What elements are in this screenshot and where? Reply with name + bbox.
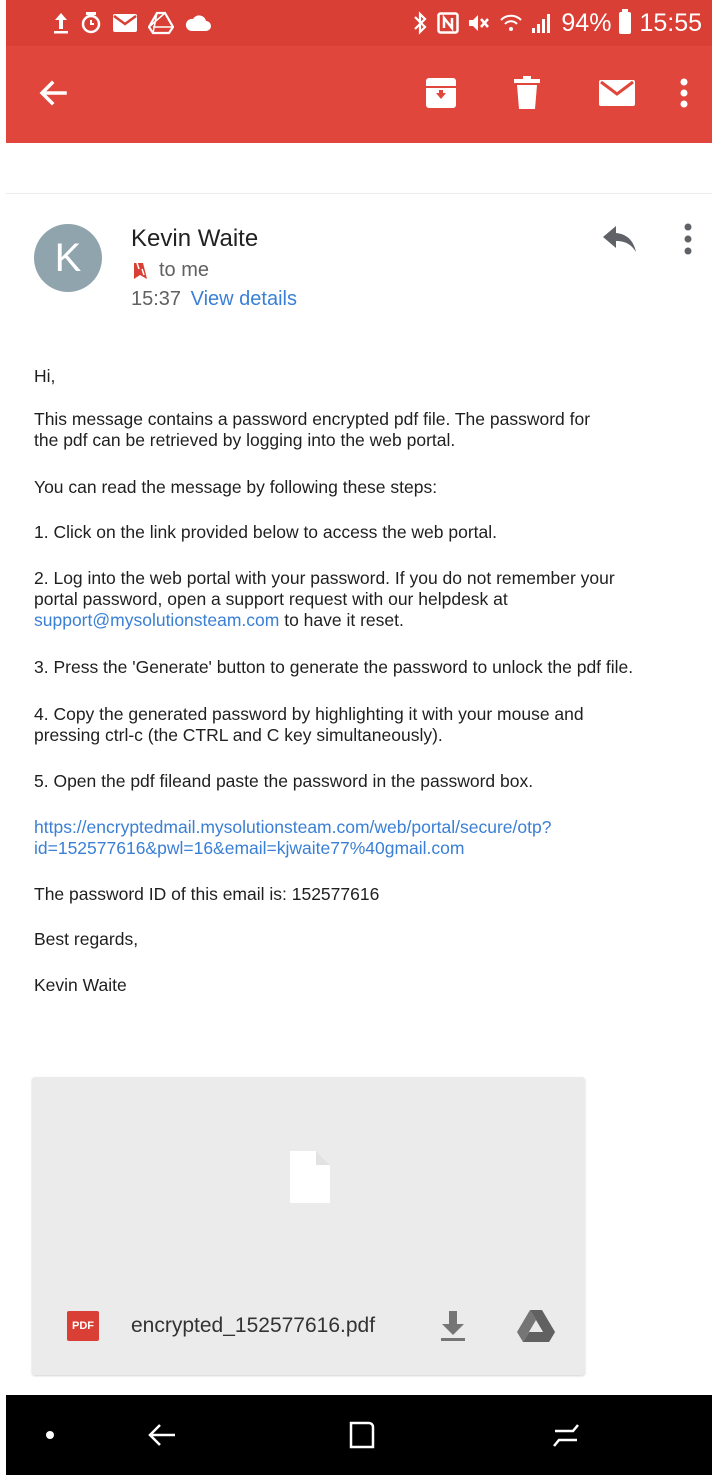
important-tag-icon: [134, 262, 147, 279]
gmail-icon: [113, 14, 137, 32]
arrow-left-icon: [39, 80, 67, 106]
switch-icon: [553, 1424, 579, 1447]
intro-paragraph: This message contains a password encrypt…: [34, 409, 694, 451]
step-2-line-3: support@mysolutionsteam.com to have it r…: [34, 610, 694, 631]
back-icon: [148, 1424, 175, 1446]
mail-button[interactable]: [592, 68, 642, 118]
step-4: 4. Copy the generated password by highli…: [34, 704, 694, 746]
attachment-filename: encrypted_152577616.pdf: [131, 1314, 376, 1337]
more-vert-icon: [684, 223, 692, 255]
avatar[interactable]: K: [34, 224, 102, 292]
battery-percent: 94%: [561, 8, 612, 37]
upload-icon: [54, 13, 68, 34]
portal-link-line-2[interactable]: id=152577616&pwl=16&email=kjwaite77%40gm…: [34, 838, 694, 859]
archive-button[interactable]: [416, 68, 466, 118]
wifi-icon: [500, 14, 523, 31]
step-2-line-2: portal password, open a support request …: [34, 589, 508, 609]
step-4-line-2: pressing ctrl-c (the CTRL and C key simu…: [34, 725, 443, 745]
pdf-badge: PDF: [67, 1311, 99, 1341]
more-options-button[interactable]: [659, 68, 709, 118]
step-1: 1. Click on the link provided below to a…: [34, 522, 498, 542]
closing: Best regards,: [34, 929, 139, 949]
view-details-link[interactable]: View details: [191, 288, 297, 310]
delete-icon: [514, 76, 540, 109]
step-5: 5. Open the pdf fileand paste the passwo…: [34, 771, 534, 791]
signature: Kevin Waite: [34, 975, 127, 995]
save-to-drive-button[interactable]: [516, 1309, 556, 1343]
cloud-icon: [185, 15, 211, 31]
status-time: 15:55: [639, 8, 702, 37]
recipient-label: to me: [159, 259, 210, 281]
password-id-text: The password ID of this email is: 152577…: [34, 884, 380, 904]
delete-button[interactable]: [502, 68, 552, 118]
back-button[interactable]: [28, 68, 78, 118]
message-time: 15:37: [131, 288, 182, 310]
step-2-line-1: 2. Log into the web portal with your pas…: [34, 568, 615, 588]
alarm-icon: [81, 12, 101, 34]
status-icons-left: [52, 8, 212, 38]
greeting: Hi,: [34, 366, 56, 386]
recipient-row[interactable]: to me: [131, 259, 209, 282]
intro-line-1: This message contains a password encrypt…: [34, 409, 591, 429]
signal-icon: [532, 14, 551, 33]
nfc-icon: [437, 12, 460, 34]
reply-icon: [603, 226, 636, 252]
step-3: 3. Press the 'Generate' button to genera…: [34, 657, 634, 677]
message-more-button[interactable]: [676, 222, 700, 258]
more-vert-icon: [680, 78, 688, 108]
download-icon: [441, 1311, 465, 1341]
message-time-row: 15:37 View details: [131, 288, 297, 311]
battery-icon: [619, 9, 632, 34]
drive-icon: [517, 1310, 555, 1342]
download-button[interactable]: [436, 1309, 470, 1343]
support-email-link[interactable]: support@mysolutionsteam.com: [34, 610, 279, 630]
status-icons-right: 94% 15:55: [411, 8, 702, 38]
avatar-initial: K: [54, 235, 82, 280]
drive-icon: [148, 11, 174, 35]
divider: [6, 193, 712, 194]
dot-icon: [46, 1431, 54, 1439]
steps-intro: You can read the message by following th…: [34, 477, 438, 497]
nav-back-button[interactable]: [142, 1417, 182, 1453]
sender-name: Kevin Waite: [131, 225, 259, 252]
intro-line-2: the pdf can be retrieved by logging into…: [34, 430, 456, 450]
file-icon: [290, 1151, 330, 1203]
step-2: 2. Log into the web portal with your pas…: [34, 568, 694, 631]
nav-dot-button[interactable]: [30, 1417, 70, 1453]
status-bar: 94% 15:55: [6, 0, 712, 46]
app-bar: [6, 46, 712, 143]
navigation-bar: [6, 1395, 712, 1475]
mail-icon: [599, 80, 635, 106]
step-4-line-1: 4. Copy the generated password by highli…: [34, 704, 584, 724]
portal-link[interactable]: https://encryptedmail.mysolutionsteam.co…: [34, 817, 694, 859]
step-2-tail: to have it reset.: [279, 610, 404, 630]
archive-icon: [426, 78, 456, 108]
nav-switch-button[interactable]: [546, 1417, 586, 1453]
portal-link-line-1[interactable]: https://encryptedmail.mysolutionsteam.co…: [34, 817, 694, 838]
nav-recents-button[interactable]: [342, 1417, 382, 1453]
attachment-card[interactable]: PDF encrypted_152577616.pdf: [32, 1077, 585, 1375]
recents-icon: [349, 1421, 375, 1449]
reply-button[interactable]: [600, 222, 638, 256]
bluetooth-icon: [414, 11, 427, 35]
mute-icon: [469, 15, 490, 31]
